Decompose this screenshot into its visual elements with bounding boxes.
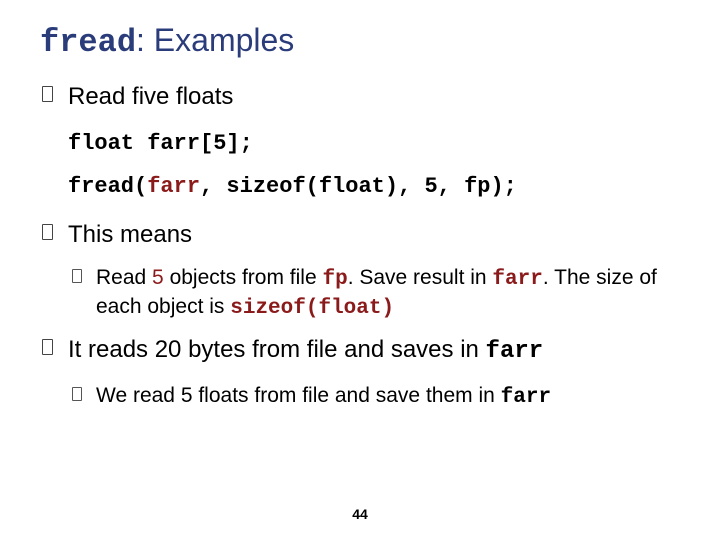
- five: 5: [152, 266, 164, 289]
- content-list: Read five floats float farr[5]; fread(fa…: [40, 81, 680, 411]
- bullet-explain: Read 5 objects from file fp. Save result…: [68, 264, 680, 323]
- farr-1: farr: [492, 268, 542, 291]
- farr-2: farr: [486, 338, 544, 365]
- bullet-read-five-floats: Read five floats: [40, 81, 680, 112]
- bullet-20-bytes: It reads 20 bytes from file and saves in…: [40, 334, 680, 367]
- sizeof-float: sizeof(float): [230, 297, 394, 320]
- farr-3: farr: [501, 386, 551, 409]
- code-line-1: float farr[5];: [68, 126, 680, 161]
- code-line-2: fread(farr, sizeof(float), 5, fp);: [68, 169, 680, 204]
- slide: fread: Examples Read five floats float f…: [0, 0, 720, 540]
- title-code: fread: [40, 24, 136, 61]
- bullet-5-floats: We read 5 floats from file and save them…: [68, 382, 680, 411]
- slide-title: fread: Examples: [40, 22, 680, 61]
- bullet-this-means: This means: [40, 219, 680, 250]
- code-farr: farr: [147, 174, 200, 199]
- page-number: 44: [0, 506, 720, 522]
- fp: fp: [322, 268, 347, 291]
- title-rest: : Examples: [136, 22, 294, 58]
- code-block: float farr[5]; fread(farr, sizeof(float)…: [40, 126, 680, 204]
